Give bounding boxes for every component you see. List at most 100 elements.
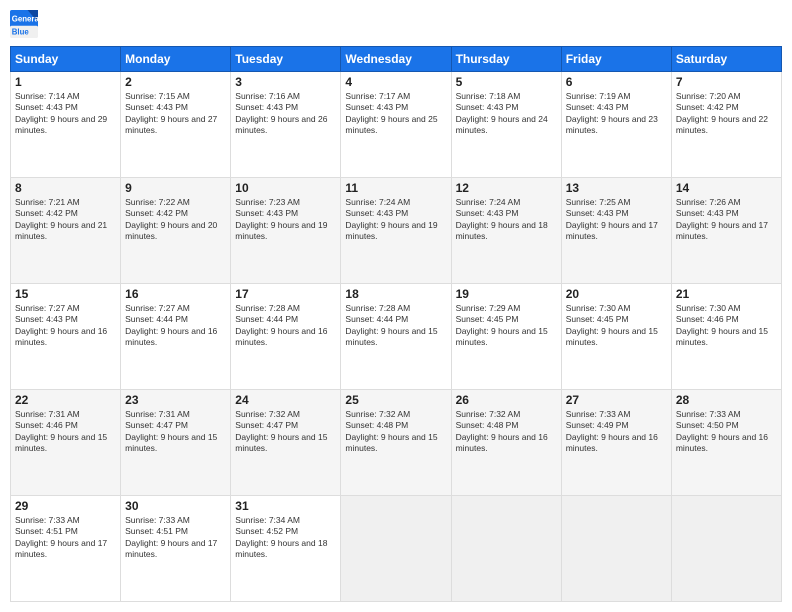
- day-number: 26: [456, 393, 557, 407]
- day-header-monday: Monday: [121, 47, 231, 72]
- day-info: Sunrise: 7:21 AM Sunset: 4:42 PM Dayligh…: [15, 197, 116, 243]
- calendar-cell: 18 Sunrise: 7:28 AM Sunset: 4:44 PM Dayl…: [341, 284, 451, 390]
- calendar-week-2: 8 Sunrise: 7:21 AM Sunset: 4:42 PM Dayli…: [11, 178, 782, 284]
- day-info: Sunrise: 7:32 AM Sunset: 4:47 PM Dayligh…: [235, 409, 336, 455]
- svg-text:General: General: [12, 14, 38, 23]
- day-info: Sunrise: 7:33 AM Sunset: 4:51 PM Dayligh…: [125, 515, 226, 561]
- day-info: Sunrise: 7:15 AM Sunset: 4:43 PM Dayligh…: [125, 91, 226, 137]
- calendar-cell: 3 Sunrise: 7:16 AM Sunset: 4:43 PM Dayli…: [231, 72, 341, 178]
- day-info: Sunrise: 7:17 AM Sunset: 4:43 PM Dayligh…: [345, 91, 446, 137]
- day-number: 28: [676, 393, 777, 407]
- day-number: 17: [235, 287, 336, 301]
- calendar-cell: 30 Sunrise: 7:33 AM Sunset: 4:51 PM Dayl…: [121, 496, 231, 602]
- calendar-cell: 11 Sunrise: 7:24 AM Sunset: 4:43 PM Dayl…: [341, 178, 451, 284]
- calendar-cell: 23 Sunrise: 7:31 AM Sunset: 4:47 PM Dayl…: [121, 390, 231, 496]
- calendar-cell: 13 Sunrise: 7:25 AM Sunset: 4:43 PM Dayl…: [561, 178, 671, 284]
- day-number: 15: [15, 287, 116, 301]
- day-number: 24: [235, 393, 336, 407]
- day-info: Sunrise: 7:16 AM Sunset: 4:43 PM Dayligh…: [235, 91, 336, 137]
- calendar-cell: 31 Sunrise: 7:34 AM Sunset: 4:52 PM Dayl…: [231, 496, 341, 602]
- day-info: Sunrise: 7:27 AM Sunset: 4:44 PM Dayligh…: [125, 303, 226, 349]
- calendar-cell: 28 Sunrise: 7:33 AM Sunset: 4:50 PM Dayl…: [671, 390, 781, 496]
- day-info: Sunrise: 7:23 AM Sunset: 4:43 PM Dayligh…: [235, 197, 336, 243]
- calendar-cell: 16 Sunrise: 7:27 AM Sunset: 4:44 PM Dayl…: [121, 284, 231, 390]
- day-number: 22: [15, 393, 116, 407]
- calendar-cell: 26 Sunrise: 7:32 AM Sunset: 4:48 PM Dayl…: [451, 390, 561, 496]
- calendar-cell: 1 Sunrise: 7:14 AM Sunset: 4:43 PM Dayli…: [11, 72, 121, 178]
- logo: General Blue: [10, 10, 38, 38]
- calendar-cell: 4 Sunrise: 7:17 AM Sunset: 4:43 PM Dayli…: [341, 72, 451, 178]
- day-info: Sunrise: 7:30 AM Sunset: 4:46 PM Dayligh…: [676, 303, 777, 349]
- day-number: 29: [15, 499, 116, 513]
- day-number: 5: [456, 75, 557, 89]
- day-header-sunday: Sunday: [11, 47, 121, 72]
- calendar-week-4: 22 Sunrise: 7:31 AM Sunset: 4:46 PM Dayl…: [11, 390, 782, 496]
- day-number: 25: [345, 393, 446, 407]
- day-number: 27: [566, 393, 667, 407]
- calendar-cell: 6 Sunrise: 7:19 AM Sunset: 4:43 PM Dayli…: [561, 72, 671, 178]
- calendar-cell: 22 Sunrise: 7:31 AM Sunset: 4:46 PM Dayl…: [11, 390, 121, 496]
- day-number: 3: [235, 75, 336, 89]
- day-info: Sunrise: 7:24 AM Sunset: 4:43 PM Dayligh…: [345, 197, 446, 243]
- calendar-cell: 15 Sunrise: 7:27 AM Sunset: 4:43 PM Dayl…: [11, 284, 121, 390]
- day-info: Sunrise: 7:31 AM Sunset: 4:46 PM Dayligh…: [15, 409, 116, 455]
- calendar-cell: [341, 496, 451, 602]
- calendar-cell: 5 Sunrise: 7:18 AM Sunset: 4:43 PM Dayli…: [451, 72, 561, 178]
- calendar-cell: 8 Sunrise: 7:21 AM Sunset: 4:42 PM Dayli…: [11, 178, 121, 284]
- day-info: Sunrise: 7:31 AM Sunset: 4:47 PM Dayligh…: [125, 409, 226, 455]
- calendar-cell: 24 Sunrise: 7:32 AM Sunset: 4:47 PM Dayl…: [231, 390, 341, 496]
- day-info: Sunrise: 7:34 AM Sunset: 4:52 PM Dayligh…: [235, 515, 336, 561]
- day-info: Sunrise: 7:18 AM Sunset: 4:43 PM Dayligh…: [456, 91, 557, 137]
- calendar-table: SundayMondayTuesdayWednesdayThursdayFrid…: [10, 46, 782, 602]
- calendar-cell: 29 Sunrise: 7:33 AM Sunset: 4:51 PM Dayl…: [11, 496, 121, 602]
- day-number: 6: [566, 75, 667, 89]
- day-info: Sunrise: 7:33 AM Sunset: 4:51 PM Dayligh…: [15, 515, 116, 561]
- day-info: Sunrise: 7:26 AM Sunset: 4:43 PM Dayligh…: [676, 197, 777, 243]
- day-number: 12: [456, 181, 557, 195]
- day-number: 2: [125, 75, 226, 89]
- day-number: 13: [566, 181, 667, 195]
- calendar-week-3: 15 Sunrise: 7:27 AM Sunset: 4:43 PM Dayl…: [11, 284, 782, 390]
- header: General Blue: [10, 10, 782, 38]
- calendar-cell: 9 Sunrise: 7:22 AM Sunset: 4:42 PM Dayli…: [121, 178, 231, 284]
- day-number: 4: [345, 75, 446, 89]
- day-number: 20: [566, 287, 667, 301]
- day-header-tuesday: Tuesday: [231, 47, 341, 72]
- day-number: 19: [456, 287, 557, 301]
- day-info: Sunrise: 7:32 AM Sunset: 4:48 PM Dayligh…: [456, 409, 557, 455]
- calendar-body: 1 Sunrise: 7:14 AM Sunset: 4:43 PM Dayli…: [11, 72, 782, 602]
- day-info: Sunrise: 7:20 AM Sunset: 4:42 PM Dayligh…: [676, 91, 777, 137]
- day-number: 10: [235, 181, 336, 195]
- calendar-cell: 12 Sunrise: 7:24 AM Sunset: 4:43 PM Dayl…: [451, 178, 561, 284]
- day-info: Sunrise: 7:14 AM Sunset: 4:43 PM Dayligh…: [15, 91, 116, 137]
- calendar-cell: [451, 496, 561, 602]
- calendar-cell: 7 Sunrise: 7:20 AM Sunset: 4:42 PM Dayli…: [671, 72, 781, 178]
- day-info: Sunrise: 7:28 AM Sunset: 4:44 PM Dayligh…: [235, 303, 336, 349]
- logo-icon: General Blue: [10, 10, 38, 38]
- day-info: Sunrise: 7:27 AM Sunset: 4:43 PM Dayligh…: [15, 303, 116, 349]
- calendar-cell: 10 Sunrise: 7:23 AM Sunset: 4:43 PM Dayl…: [231, 178, 341, 284]
- day-info: Sunrise: 7:33 AM Sunset: 4:50 PM Dayligh…: [676, 409, 777, 455]
- day-info: Sunrise: 7:28 AM Sunset: 4:44 PM Dayligh…: [345, 303, 446, 349]
- day-info: Sunrise: 7:33 AM Sunset: 4:49 PM Dayligh…: [566, 409, 667, 455]
- calendar-header-row: SundayMondayTuesdayWednesdayThursdayFrid…: [11, 47, 782, 72]
- calendar-cell: [561, 496, 671, 602]
- day-info: Sunrise: 7:29 AM Sunset: 4:45 PM Dayligh…: [456, 303, 557, 349]
- day-info: Sunrise: 7:22 AM Sunset: 4:42 PM Dayligh…: [125, 197, 226, 243]
- calendar-week-5: 29 Sunrise: 7:33 AM Sunset: 4:51 PM Dayl…: [11, 496, 782, 602]
- svg-text:Blue: Blue: [12, 28, 30, 37]
- day-number: 21: [676, 287, 777, 301]
- day-number: 11: [345, 181, 446, 195]
- day-number: 7: [676, 75, 777, 89]
- day-header-thursday: Thursday: [451, 47, 561, 72]
- calendar-cell: 17 Sunrise: 7:28 AM Sunset: 4:44 PM Dayl…: [231, 284, 341, 390]
- calendar-cell: 20 Sunrise: 7:30 AM Sunset: 4:45 PM Dayl…: [561, 284, 671, 390]
- day-info: Sunrise: 7:30 AM Sunset: 4:45 PM Dayligh…: [566, 303, 667, 349]
- day-info: Sunrise: 7:24 AM Sunset: 4:43 PM Dayligh…: [456, 197, 557, 243]
- calendar-cell: [671, 496, 781, 602]
- day-number: 16: [125, 287, 226, 301]
- day-number: 14: [676, 181, 777, 195]
- day-header-friday: Friday: [561, 47, 671, 72]
- day-header-wednesday: Wednesday: [341, 47, 451, 72]
- calendar-cell: 19 Sunrise: 7:29 AM Sunset: 4:45 PM Dayl…: [451, 284, 561, 390]
